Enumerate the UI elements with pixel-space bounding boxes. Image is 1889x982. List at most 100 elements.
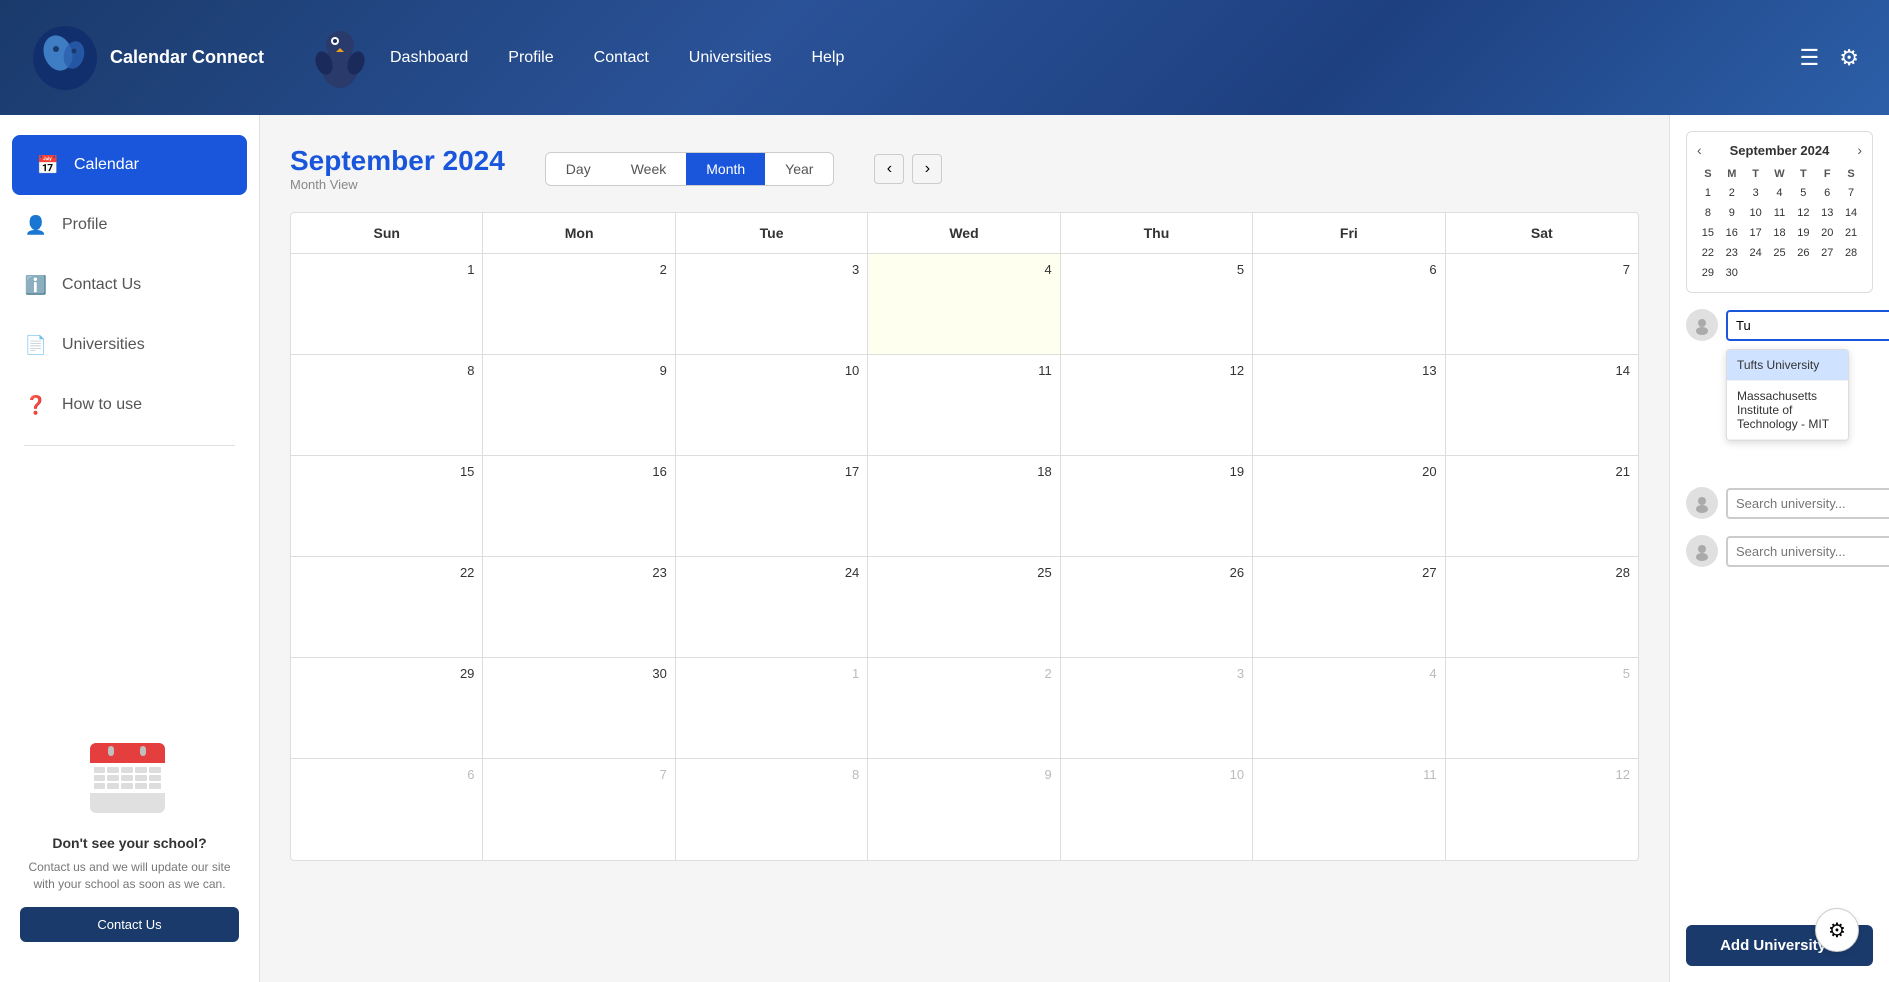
calendar-day[interactable]: 7	[483, 759, 675, 860]
mini-cal-day[interactable]: 20	[1816, 224, 1838, 242]
calendar-day[interactable]: 12	[1061, 355, 1253, 455]
calendar-day[interactable]: 28	[1446, 557, 1638, 657]
hamburger-icon[interactable]: ☰	[1800, 45, 1820, 71]
mini-cal-day[interactable]: 5	[1792, 184, 1814, 202]
sidebar-item-profile[interactable]: 👤 Profile	[0, 195, 259, 255]
dropdown-item-mit[interactable]: Massachusetts Institute of Technology - …	[1727, 381, 1848, 440]
sidebar-contact-button[interactable]: Contact Us	[20, 907, 239, 942]
mini-cal-day[interactable]: 13	[1816, 204, 1838, 222]
nav-help[interactable]: Help	[811, 49, 844, 67]
sidebar-item-howto[interactable]: ❓ How to use	[0, 375, 259, 435]
mini-cal-day[interactable]: 16	[1721, 224, 1743, 242]
mini-cal-day[interactable]: 26	[1792, 244, 1814, 262]
sidebar-item-calendar[interactable]: 📅 Calendar	[12, 135, 247, 195]
calendar-day[interactable]: 1	[291, 254, 483, 354]
calendar-day[interactable]: 20	[1253, 456, 1445, 556]
uni-search-input-3[interactable]	[1726, 536, 1889, 567]
mini-cal-day[interactable]: 23	[1721, 244, 1743, 262]
calendar-day[interactable]: 3	[676, 254, 868, 354]
bottom-settings-button[interactable]: ⚙	[1815, 908, 1859, 952]
mini-cal-day[interactable]: 28	[1840, 244, 1862, 262]
view-day-button[interactable]: Day	[546, 153, 611, 185]
calendar-day[interactable]: 10	[676, 355, 868, 455]
mini-cal-day[interactable]: 24	[1745, 244, 1767, 262]
calendar-day[interactable]: 14	[1446, 355, 1638, 455]
uni-search-input-2[interactable]	[1726, 488, 1889, 519]
view-week-button[interactable]: Week	[611, 153, 687, 185]
calendar-day[interactable]: 5	[1446, 658, 1638, 758]
view-month-button[interactable]: Month	[686, 153, 765, 185]
mini-cal-day[interactable]: 3	[1745, 184, 1767, 202]
next-month-button[interactable]: ›	[912, 154, 942, 184]
calendar-day[interactable]: 12	[1446, 759, 1638, 860]
mini-cal-prev[interactable]: ‹	[1697, 142, 1702, 158]
sidebar-item-universities[interactable]: 📄 Universities	[0, 315, 259, 375]
settings-icon[interactable]: ⚙	[1839, 45, 1859, 71]
calendar-day[interactable]: 4	[1253, 658, 1445, 758]
mini-cal-day[interactable]: 29	[1697, 264, 1719, 282]
calendar-day[interactable]: 27	[1253, 557, 1445, 657]
mini-cal-day[interactable]: 11	[1769, 204, 1791, 222]
prev-month-button[interactable]: ‹	[874, 154, 904, 184]
mini-cal-day[interactable]: 22	[1697, 244, 1719, 262]
mini-cal-day[interactable]: 12	[1792, 204, 1814, 222]
mini-cal-day[interactable]: 25	[1769, 244, 1791, 262]
calendar-day[interactable]: 10	[1061, 759, 1253, 860]
mini-cal-day[interactable]: 17	[1745, 224, 1767, 242]
nav-contact[interactable]: Contact	[594, 49, 649, 67]
mini-cal-day[interactable]: 30	[1721, 264, 1743, 282]
calendar-day[interactable]: 8	[676, 759, 868, 860]
calendar-day[interactable]: 23	[483, 557, 675, 657]
mini-cal-day[interactable]: 18	[1769, 224, 1791, 242]
calendar-day[interactable]: 16	[483, 456, 675, 556]
calendar-day[interactable]: 29	[291, 658, 483, 758]
calendar-day[interactable]: 9	[868, 759, 1060, 860]
calendar-day[interactable]: 22	[291, 557, 483, 657]
uni-search-input-1[interactable]	[1726, 310, 1889, 341]
calendar-day[interactable]: 4	[868, 254, 1060, 354]
mini-cal-day[interactable]: 7	[1840, 184, 1862, 202]
calendar-day[interactable]: 11	[868, 355, 1060, 455]
calendar-day[interactable]: 2	[483, 254, 675, 354]
calendar-day[interactable]: 9	[483, 355, 675, 455]
nav-dashboard[interactable]: Dashboard	[390, 49, 468, 67]
mini-cal-day[interactable]: 10	[1745, 204, 1767, 222]
calendar-day[interactable]: 24	[676, 557, 868, 657]
calendar-day[interactable]: 18	[868, 456, 1060, 556]
dropdown-item-tufts[interactable]: Tufts University	[1727, 350, 1848, 381]
calendar-day[interactable]: 2	[868, 658, 1060, 758]
calendar-day[interactable]: 7	[1446, 254, 1638, 354]
calendar-day[interactable]: 21	[1446, 456, 1638, 556]
calendar-day[interactable]: 6	[291, 759, 483, 860]
calendar-day[interactable]: 15	[291, 456, 483, 556]
mini-cal-day[interactable]: 2	[1721, 184, 1743, 202]
nav-universities[interactable]: Universities	[689, 49, 772, 67]
mini-cal-day[interactable]: 21	[1840, 224, 1862, 242]
calendar-day[interactable]: 30	[483, 658, 675, 758]
calendar-day[interactable]: 13	[1253, 355, 1445, 455]
mini-cal-day[interactable]: 8	[1697, 204, 1719, 222]
mini-cal-day[interactable]: 9	[1721, 204, 1743, 222]
logo[interactable]: Calendar Connect	[30, 23, 264, 93]
calendar-day[interactable]: 6	[1253, 254, 1445, 354]
calendar-day[interactable]: 17	[676, 456, 868, 556]
calendar-day[interactable]: 19	[1061, 456, 1253, 556]
calendar-day[interactable]: 3	[1061, 658, 1253, 758]
calendar-day[interactable]: 8	[291, 355, 483, 455]
mini-cal-day[interactable]: 14	[1840, 204, 1862, 222]
mini-cal-day[interactable]: 4	[1769, 184, 1791, 202]
nav-profile[interactable]: Profile	[508, 49, 553, 67]
mini-cal-day[interactable]: 1	[1697, 184, 1719, 202]
mini-cal-day[interactable]: 6	[1816, 184, 1838, 202]
calendar-day[interactable]: 26	[1061, 557, 1253, 657]
view-year-button[interactable]: Year	[765, 153, 833, 185]
calendar-day[interactable]: 5	[1061, 254, 1253, 354]
mini-cal-day[interactable]: 27	[1816, 244, 1838, 262]
calendar-day[interactable]: 25	[868, 557, 1060, 657]
sidebar-item-contact[interactable]: ℹ️ Contact Us	[0, 255, 259, 315]
mini-cal-next[interactable]: ›	[1857, 142, 1862, 158]
mini-cal-day[interactable]: 19	[1792, 224, 1814, 242]
mini-cal-day[interactable]: 15	[1697, 224, 1719, 242]
calendar-day[interactable]: 11	[1253, 759, 1445, 860]
calendar-day[interactable]: 1	[676, 658, 868, 758]
